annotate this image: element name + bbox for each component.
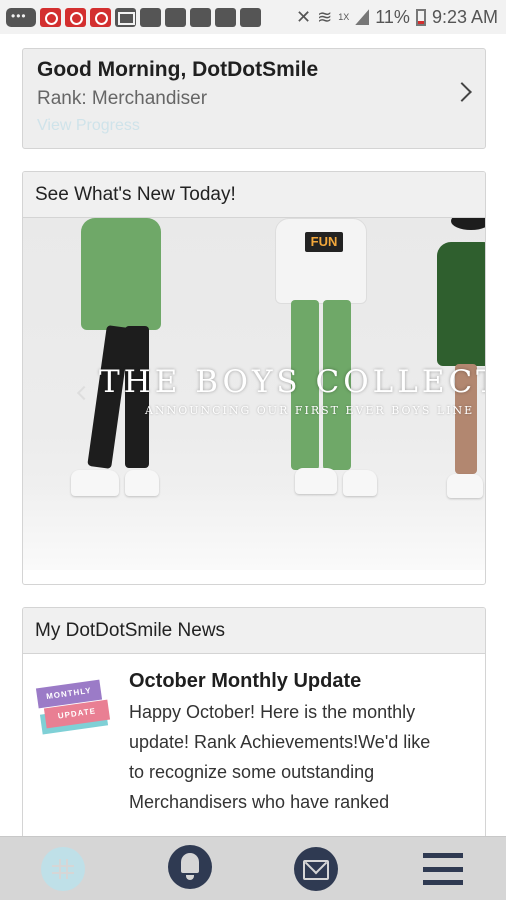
whats-new-card: See What's New Today! FUN THE BOYS COLLE… bbox=[22, 171, 486, 585]
news-item[interactable]: MONTHLY UPDATE October Monthly Update Ha… bbox=[23, 654, 485, 817]
app-notification-icon bbox=[140, 7, 161, 27]
rank-label: Rank: Merchandiser bbox=[37, 88, 208, 109]
mail-icon bbox=[294, 846, 339, 891]
news-description: Happy October! Here is the monthly updat… bbox=[129, 702, 431, 812]
wifi-icon: ≋ bbox=[317, 6, 333, 27]
greeting-card[interactable]: Good Morning, DotDotSmile Rank: Merchand… bbox=[22, 48, 486, 149]
news-text: October Monthly Update Happy October! He… bbox=[129, 670, 449, 817]
whats-new-header: See What's New Today! bbox=[23, 172, 485, 218]
news-header: My DotDotSmile News bbox=[23, 608, 485, 654]
nav-home-button[interactable] bbox=[33, 839, 93, 899]
battery-icon bbox=[415, 8, 426, 26]
network-type: 1X bbox=[338, 12, 350, 22]
system-icons: ✕ ≋ 1X 11% 9:23 AM bbox=[296, 7, 498, 28]
storage-icon bbox=[190, 7, 211, 27]
status-bar: ✕ ≋ 1X 11% 9:23 AM bbox=[0, 0, 506, 34]
notification-icons bbox=[6, 7, 261, 27]
nav-menu-button[interactable] bbox=[413, 839, 473, 899]
grid-icon bbox=[41, 846, 86, 891]
greeting-title: Good Morning, DotDotSmile bbox=[37, 58, 319, 81]
mail-notification-icon bbox=[115, 7, 136, 27]
nav-notifications-button[interactable] bbox=[160, 839, 220, 899]
app-notification-icon bbox=[65, 7, 86, 27]
mute-icon: ✕ bbox=[296, 6, 312, 27]
menu-icon bbox=[422, 852, 463, 885]
news-card: My DotDotSmile News MONTHLY UPDATE Octob… bbox=[22, 607, 486, 847]
banner-title: THE BOYS COLLECTIO bbox=[99, 364, 485, 400]
app-notification-icon bbox=[90, 7, 111, 27]
app-notification-icon bbox=[165, 7, 186, 27]
news-thumbnail: MONTHLY UPDATE bbox=[35, 679, 113, 740]
help-icon bbox=[215, 7, 236, 27]
news-title[interactable]: October Monthly Update bbox=[129, 670, 449, 693]
signal-icon bbox=[355, 9, 370, 25]
nav-messages-button[interactable] bbox=[286, 839, 346, 899]
app-notification-icon bbox=[40, 7, 61, 27]
bottom-nav bbox=[0, 836, 506, 900]
view-progress-link[interactable]: View Progress bbox=[37, 117, 140, 135]
more-notifications-icon bbox=[6, 7, 36, 27]
promo-banner[interactable]: FUN THE BOYS COLLECTIO ANNOUNCING OUR FI… bbox=[23, 218, 485, 570]
battery-percent: 11% bbox=[375, 6, 410, 27]
shirt-print: FUN bbox=[305, 232, 343, 252]
clock: 9:23 AM bbox=[431, 6, 498, 27]
bell-icon bbox=[167, 844, 212, 889]
banner-subtitle: ANNOUNCING OUR FIRST EVER BOYS LINE bbox=[145, 404, 475, 417]
image-icon bbox=[240, 7, 261, 27]
